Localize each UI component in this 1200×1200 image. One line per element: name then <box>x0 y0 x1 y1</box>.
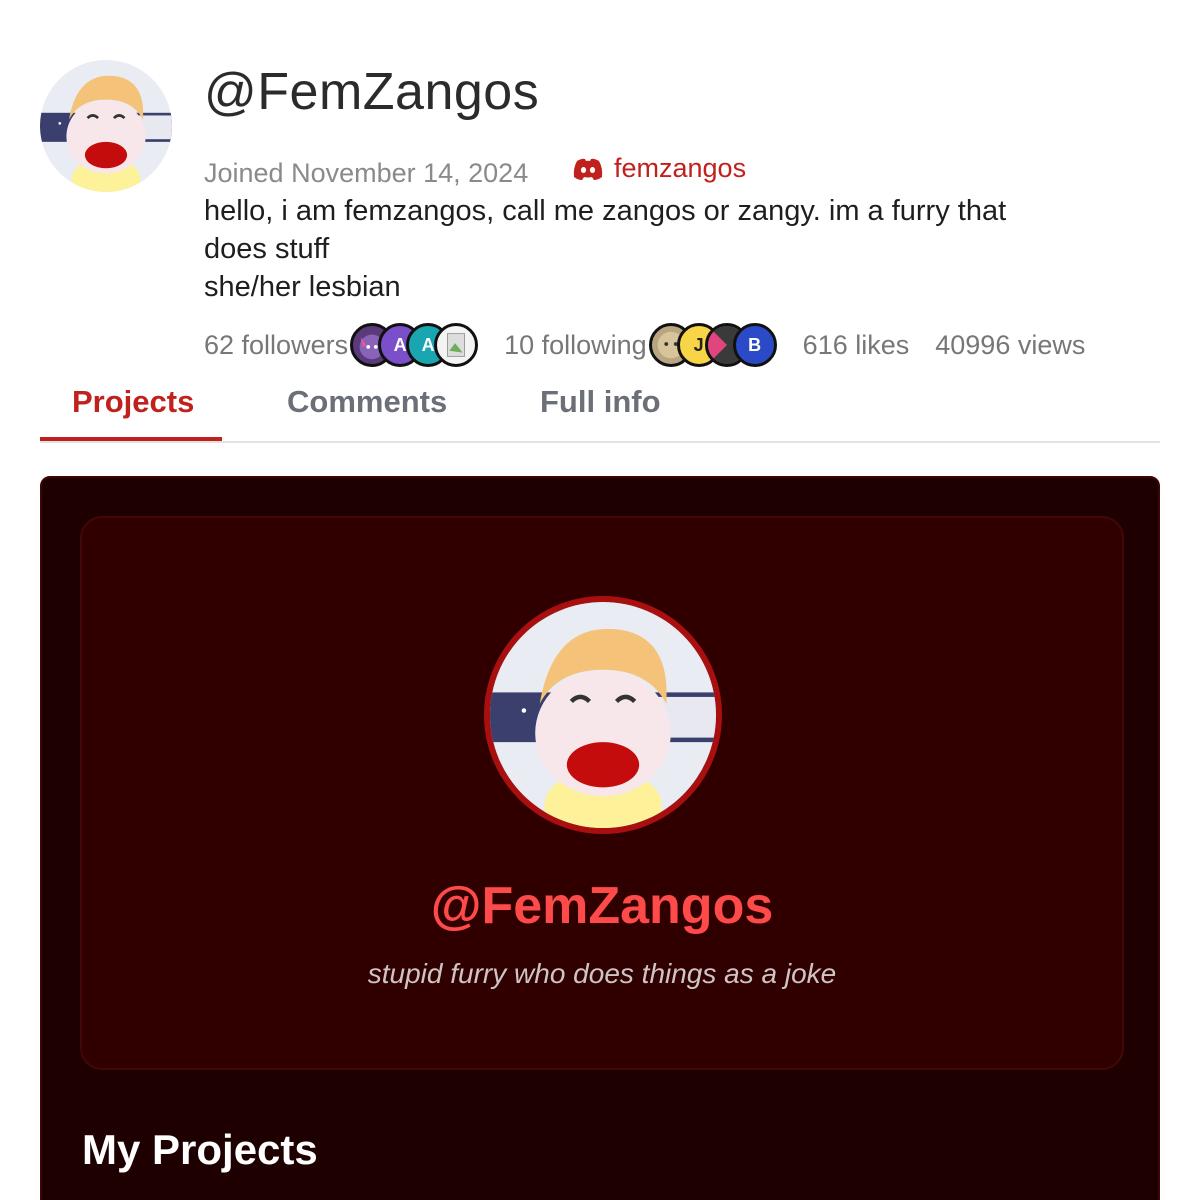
profile-stats: 62 followers A A 10 following J B 616 li… <box>204 320 1085 370</box>
username-heading: @FemZangos <box>204 63 540 121</box>
bio-line: does stuff <box>204 233 330 265</box>
followers-count: 62 followers <box>204 329 349 360</box>
tab-comments[interactable]: Comments <box>287 384 447 420</box>
discord-username: femzangos <box>614 153 747 183</box>
tab-full-info[interactable]: Full info <box>540 384 661 420</box>
following-count: 10 following <box>504 329 647 360</box>
bio-text: hello, i am femzangos, call me zangos or… <box>204 192 1134 306</box>
bio-line: she/her lesbian <box>204 271 401 303</box>
profile-avatar[interactable] <box>40 60 172 192</box>
follower-avatars[interactable]: A A <box>348 323 479 367</box>
following-avatar[interactable]: B <box>732 323 777 367</box>
discord-link[interactable]: femzangos <box>572 153 746 184</box>
card-tagline: stupid furry who does things as a joke <box>367 958 837 989</box>
profile-card: @FemZangos stupid furry who does things … <box>80 516 1124 1070</box>
avatar-image <box>40 60 172 192</box>
follower-avatar[interactable] <box>434 323 479 367</box>
following-stat[interactable]: 10 following J B <box>504 323 777 367</box>
bio-line: hello, i am femzangos, call me zangos or… <box>204 195 1007 227</box>
views-count: 40996 views <box>935 329 1086 360</box>
my-projects-heading: My Projects <box>82 1126 318 1173</box>
followers-stat[interactable]: 62 followers A A <box>204 323 479 367</box>
following-avatars[interactable]: J B <box>647 323 777 367</box>
joined-date: Joined November 14, 2024 <box>204 158 529 188</box>
profile-content-panel: @FemZangos stupid furry who does things … <box>40 476 1160 1200</box>
discord-icon <box>573 158 603 180</box>
likes-count: 616 likes <box>802 329 910 360</box>
card-username: @FemZangos <box>430 877 774 935</box>
card-avatar <box>484 596 722 834</box>
profile-tabs: Projects Comments Full info <box>40 380 1160 443</box>
tab-projects[interactable]: Projects <box>72 384 194 420</box>
avatar-image <box>490 602 716 828</box>
active-tab-indicator <box>40 437 222 441</box>
